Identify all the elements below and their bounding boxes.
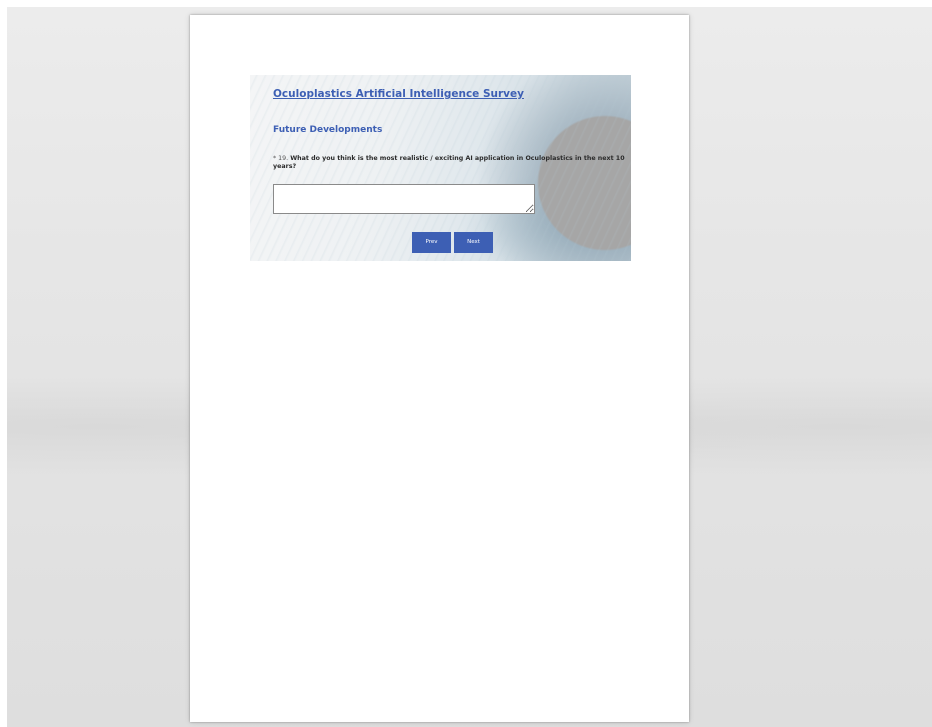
required-marker: * <box>273 155 277 162</box>
section-title: Future Developments <box>273 125 383 135</box>
next-button[interactable]: Next <box>454 232 493 253</box>
question-number: 19. <box>278 155 289 162</box>
survey-title-link[interactable]: Oculoplastics Artificial Intelligence Su… <box>273 88 524 100</box>
question-19: * 19. What do you think is the most real… <box>273 155 628 171</box>
survey-card: Oculoplastics Artificial Intelligence Su… <box>250 75 631 261</box>
document-page: Oculoplastics Artificial Intelligence Su… <box>190 15 689 722</box>
prev-button[interactable]: Prev <box>412 232 451 253</box>
answer-textarea[interactable] <box>273 184 535 214</box>
question-text: What do you think is the most realistic … <box>273 155 625 170</box>
